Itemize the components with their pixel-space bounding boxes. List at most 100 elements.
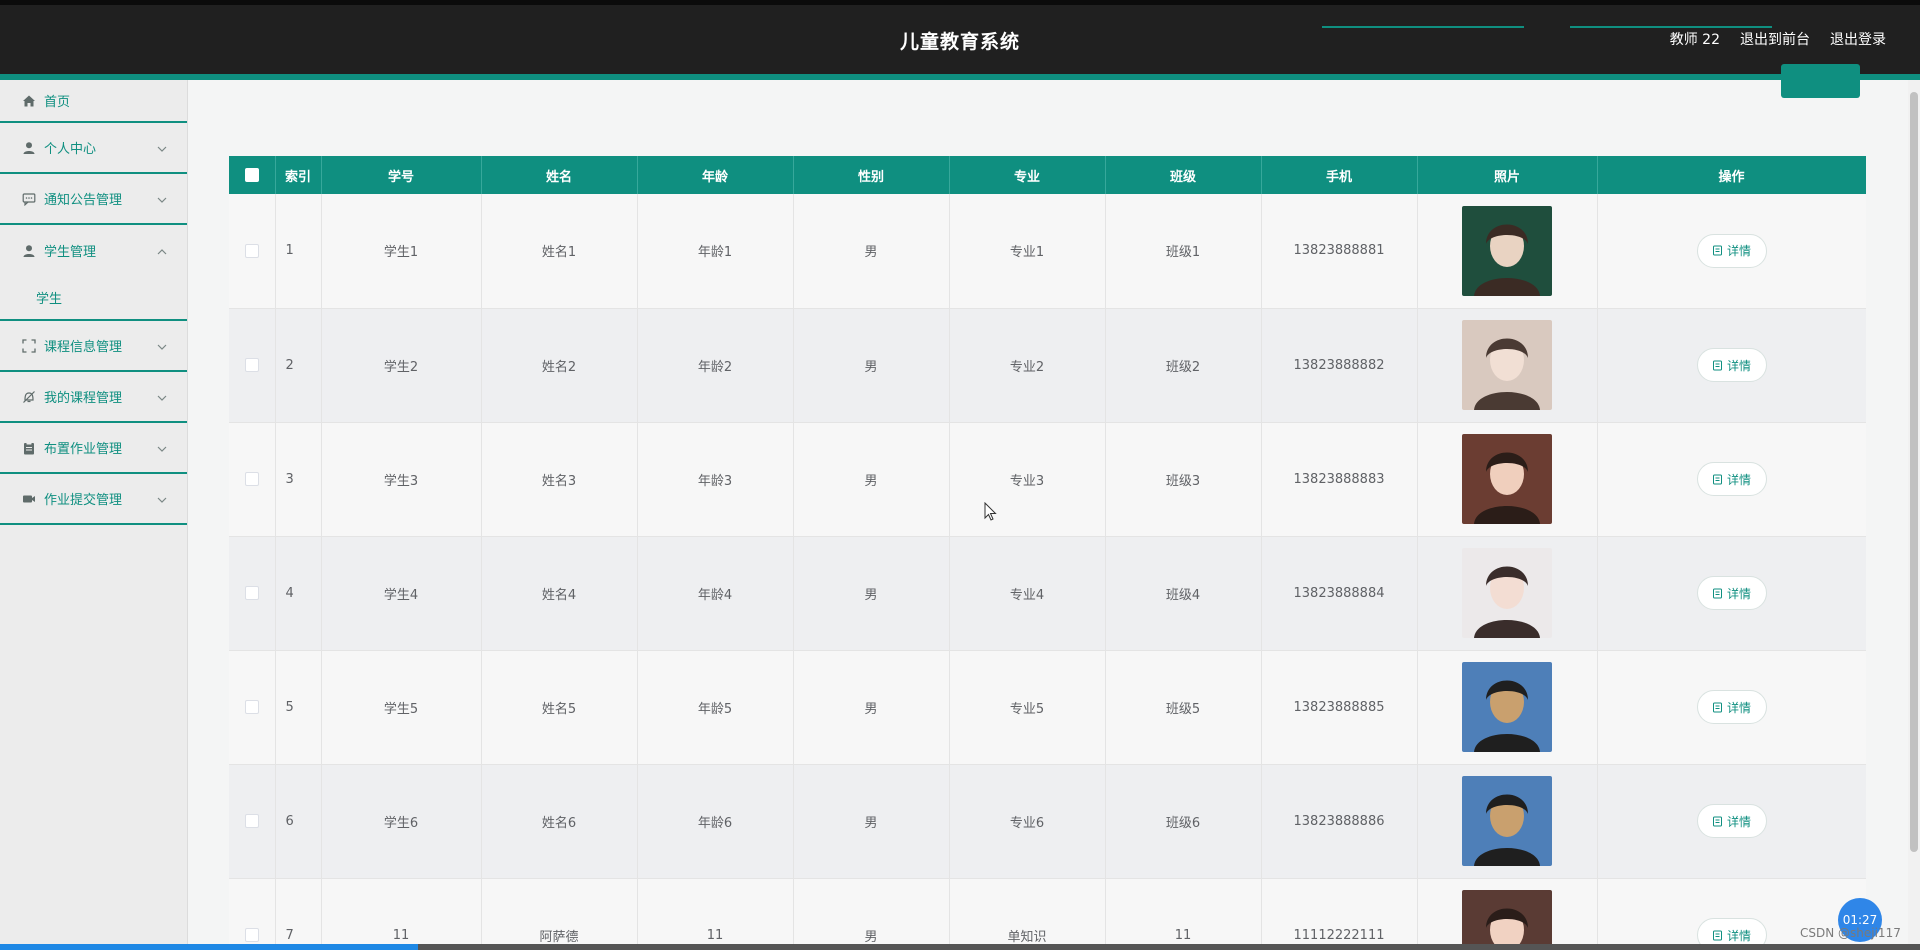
sidebar-item-course[interactable]: 课程信息管理 bbox=[0, 321, 187, 372]
cell-sex: 男 bbox=[793, 308, 950, 423]
row-select-cell[interactable] bbox=[229, 194, 276, 309]
detail-button[interactable]: 详情 bbox=[1696, 233, 1767, 268]
user-icon bbox=[22, 141, 36, 155]
sidebar-item-label: 课程信息管理 bbox=[44, 340, 123, 355]
student-photo[interactable] bbox=[1462, 776, 1552, 866]
chevron-down-icon bbox=[157, 443, 167, 453]
cell-photo bbox=[1417, 422, 1598, 537]
document-icon bbox=[1712, 360, 1722, 370]
search-input-2[interactable] bbox=[1570, 26, 1772, 28]
cell-name: 姓名6 bbox=[481, 764, 638, 879]
chevron-down-icon bbox=[157, 143, 167, 153]
sidebar-item-profile[interactable]: 个人中心 bbox=[0, 123, 187, 174]
row-select-cell[interactable] bbox=[229, 308, 276, 423]
row-select-cell[interactable] bbox=[229, 650, 276, 765]
sidebar-item-my-course[interactable]: 我的课程管理 bbox=[0, 372, 187, 423]
table-row: 1 学生1 姓名1 年龄1 男 专业1 班级1 13823888881 详情 bbox=[229, 194, 1866, 309]
sidebar-item-assign-homework[interactable]: 布置作业管理 bbox=[0, 423, 187, 474]
document-icon bbox=[1712, 702, 1722, 712]
cell-photo bbox=[1417, 650, 1598, 765]
student-photo[interactable] bbox=[1462, 548, 1552, 638]
front-page-link[interactable]: 退出到前台 bbox=[1740, 29, 1810, 49]
cell-actions: 详情 bbox=[1597, 308, 1866, 423]
cell-age: 11 bbox=[637, 878, 794, 950]
row-select-cell[interactable] bbox=[229, 536, 276, 651]
cell-class: 班级6 bbox=[1105, 764, 1262, 879]
chevron-down-icon bbox=[157, 494, 167, 504]
sidebar-item-student[interactable]: 学生管理 bbox=[0, 225, 187, 276]
sidebar: 首页 个人中心 通知公告管理 学生管理 学生 课程信息管理 我的课程管理 布置作… bbox=[0, 80, 188, 950]
detail-button[interactable]: 详情 bbox=[1696, 690, 1767, 724]
cell-actions: 详情 bbox=[1597, 650, 1866, 765]
cell-major: 专业6 bbox=[949, 764, 1106, 879]
chevron-up-icon bbox=[157, 246, 167, 256]
cell-student-id: 学生2 bbox=[321, 308, 482, 423]
cell-phone: 13823888884 bbox=[1261, 536, 1418, 651]
detail-label: 详情 bbox=[1726, 244, 1751, 259]
cell-index: 6 bbox=[275, 764, 322, 879]
detail-button[interactable]: 详情 bbox=[1696, 804, 1767, 838]
row-checkbox[interactable] bbox=[244, 472, 259, 486]
document-icon bbox=[1712, 474, 1722, 484]
cell-name: 姓名2 bbox=[481, 308, 638, 423]
row-checkbox[interactable] bbox=[244, 358, 259, 372]
cell-student-id: 学生4 bbox=[321, 536, 482, 651]
cell-actions: 详情 bbox=[1597, 194, 1866, 309]
sidebar-item-notice[interactable]: 通知公告管理 bbox=[0, 174, 187, 225]
video-progress-bar[interactable] bbox=[0, 944, 1920, 950]
student-photo[interactable] bbox=[1462, 434, 1552, 524]
progress-fill bbox=[0, 944, 418, 950]
student-photo[interactable] bbox=[1462, 890, 1552, 950]
cell-photo bbox=[1417, 194, 1598, 309]
table-header: 索引 学号 姓名 年龄 性别 专业 班级 手机 照片 操作 bbox=[229, 156, 1866, 194]
row-checkbox[interactable] bbox=[244, 928, 259, 942]
select-all-cell[interactable] bbox=[229, 156, 276, 194]
cell-sex: 男 bbox=[793, 194, 950, 309]
cell-phone: 13823888883 bbox=[1261, 422, 1418, 537]
col-age: 年龄 bbox=[637, 156, 794, 194]
vertical-scrollbar[interactable] bbox=[1908, 80, 1920, 950]
student-photo[interactable] bbox=[1462, 205, 1552, 296]
cell-phone: 13823888885 bbox=[1261, 650, 1418, 765]
row-checkbox[interactable] bbox=[244, 586, 259, 600]
row-checkbox[interactable] bbox=[244, 814, 259, 828]
cell-name: 姓名1 bbox=[481, 194, 638, 309]
select-all-checkbox[interactable] bbox=[244, 168, 259, 182]
cell-index: 3 bbox=[275, 422, 322, 537]
row-checkbox[interactable] bbox=[244, 243, 259, 258]
cell-age: 年龄6 bbox=[637, 764, 794, 879]
row-checkbox[interactable] bbox=[244, 700, 259, 714]
cell-name: 阿萨德 bbox=[481, 878, 638, 950]
student-photo[interactable] bbox=[1462, 662, 1552, 752]
cell-index: 7 bbox=[275, 878, 322, 950]
logout-link[interactable]: 退出登录 bbox=[1830, 29, 1886, 49]
cell-student-id: 学生1 bbox=[321, 194, 482, 309]
sidebar-subitem-student[interactable]: 学生 bbox=[0, 276, 187, 321]
sidebar-item-home[interactable]: 首页 bbox=[0, 80, 187, 123]
student-photo[interactable] bbox=[1462, 320, 1552, 410]
detail-button[interactable]: 详情 bbox=[1696, 576, 1767, 610]
cell-age: 年龄4 bbox=[637, 536, 794, 651]
cell-class: 班级1 bbox=[1105, 194, 1262, 309]
cell-photo bbox=[1417, 878, 1598, 950]
cell-major: 单知识 bbox=[949, 878, 1106, 950]
row-select-cell[interactable] bbox=[229, 764, 276, 879]
sidebar-item-submit-homework[interactable]: 作业提交管理 bbox=[0, 474, 187, 525]
search-button[interactable] bbox=[1781, 64, 1860, 98]
detail-button[interactable]: 详情 bbox=[1696, 462, 1767, 496]
detail-button[interactable]: 详情 bbox=[1696, 348, 1767, 382]
table-row: 6 学生6 姓名6 年龄6 男 专业6 班级6 13823888886 详情 bbox=[229, 764, 1866, 879]
scrollbar-thumb[interactable] bbox=[1910, 92, 1918, 852]
row-select-cell[interactable] bbox=[229, 878, 276, 950]
cell-class: 班级4 bbox=[1105, 536, 1262, 651]
cell-name: 姓名5 bbox=[481, 650, 638, 765]
detail-label: 详情 bbox=[1726, 700, 1751, 715]
cell-actions: 详情 bbox=[1597, 764, 1866, 879]
detail-label: 详情 bbox=[1726, 814, 1751, 829]
header-actions: 教师 22 退出到前台 退出登录 bbox=[1670, 29, 1886, 49]
cell-index: 5 bbox=[275, 650, 322, 765]
row-select-cell[interactable] bbox=[229, 422, 276, 537]
message-icon bbox=[22, 192, 36, 206]
search-input-1[interactable] bbox=[1322, 26, 1524, 28]
sidebar-item-label: 作业提交管理 bbox=[44, 493, 123, 508]
